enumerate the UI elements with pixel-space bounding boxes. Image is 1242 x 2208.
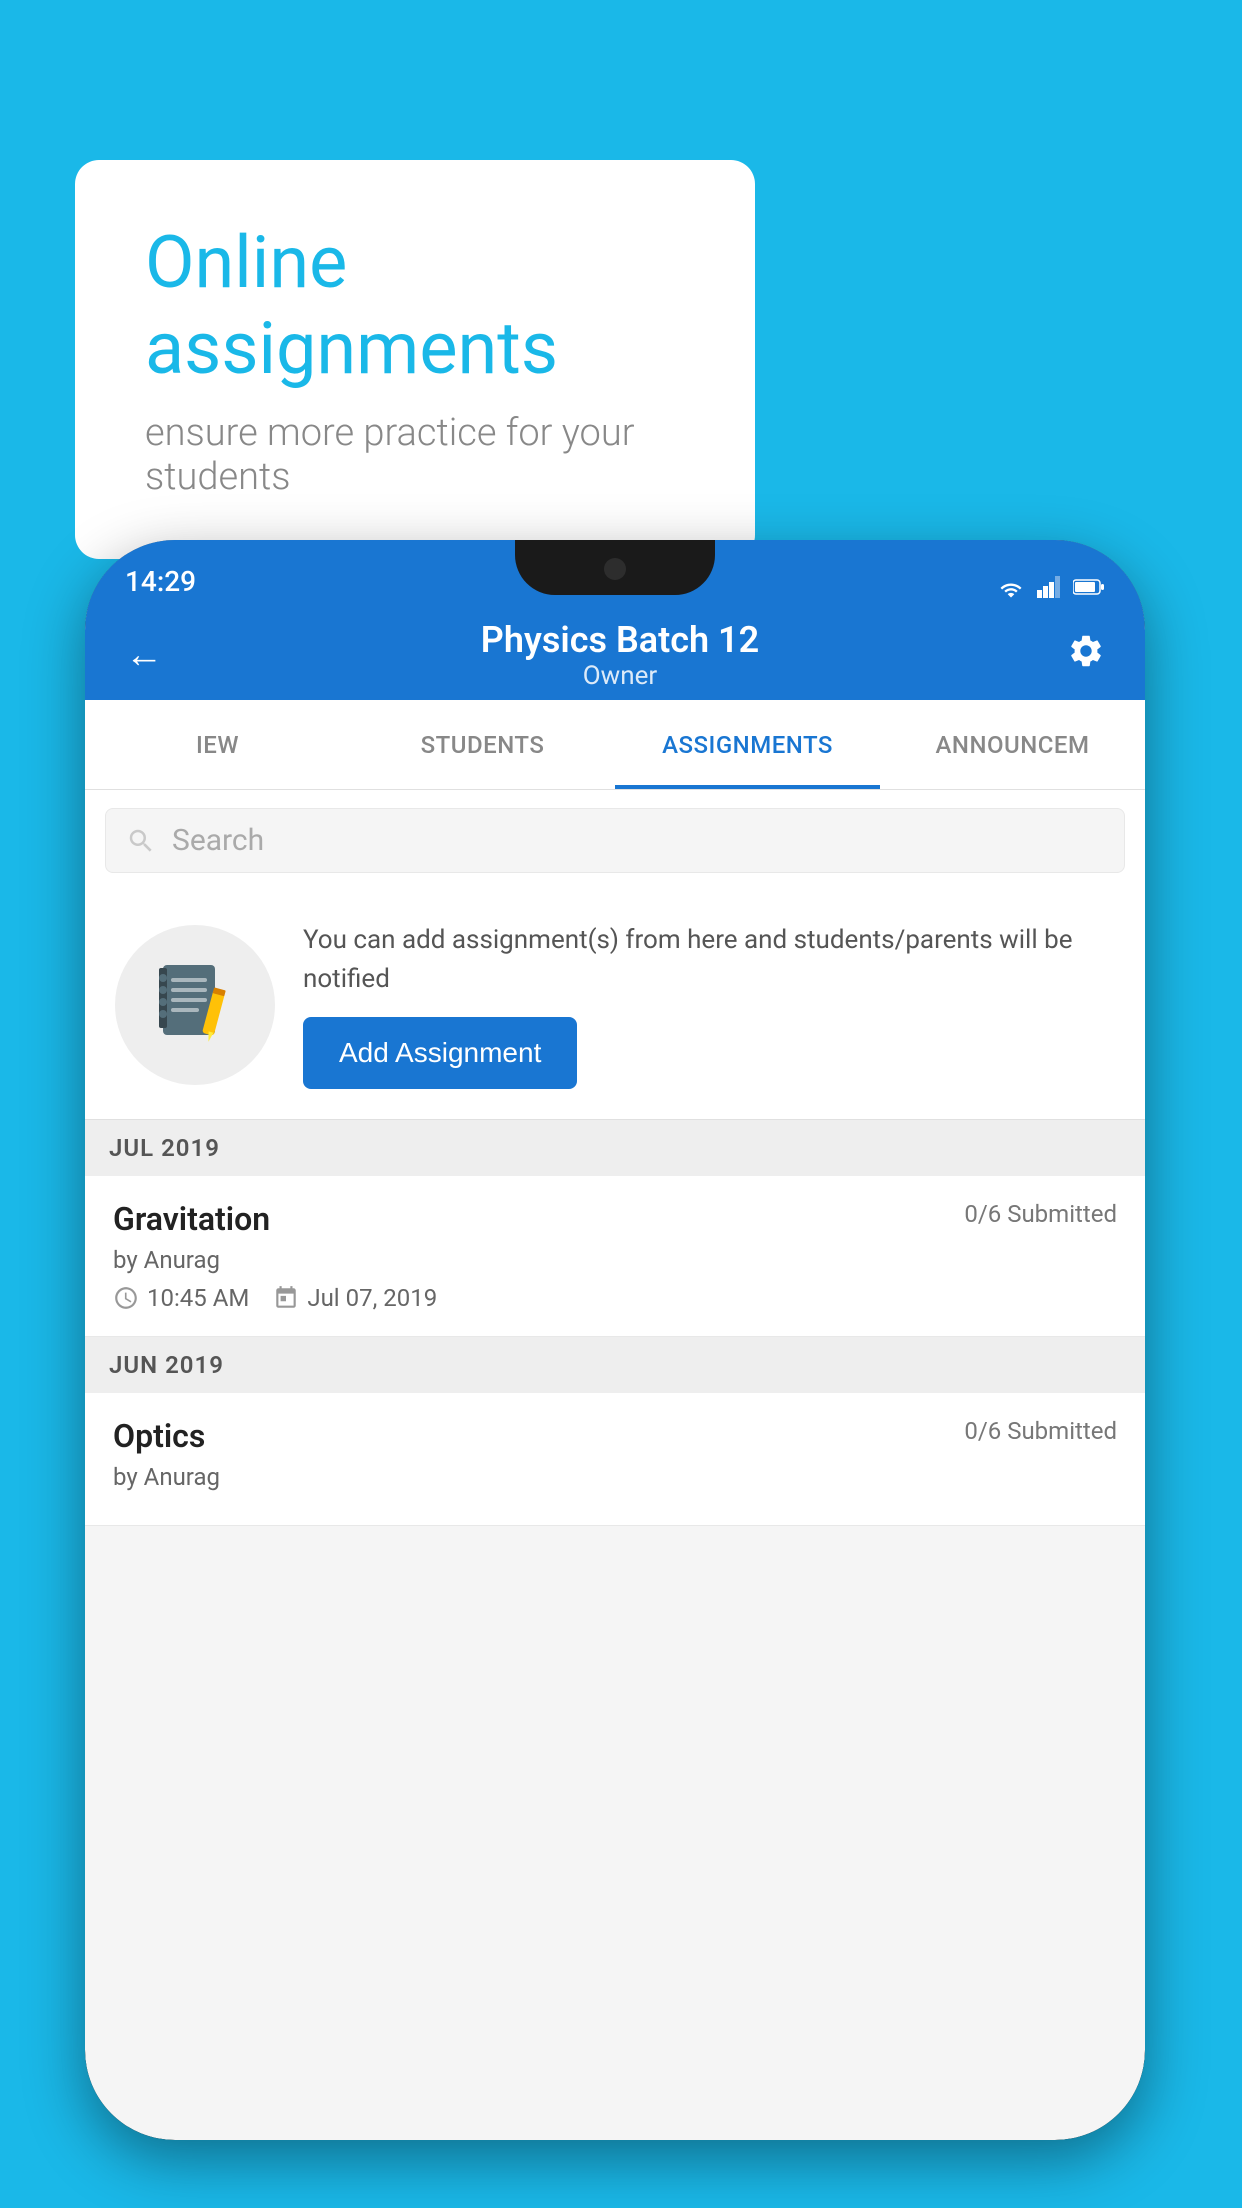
status-icons [997, 576, 1105, 598]
back-button[interactable]: ← [115, 623, 173, 687]
clock-icon [113, 1285, 139, 1311]
battery-icon [1073, 578, 1105, 596]
speech-bubble: Online assignments ensure more practice … [75, 160, 755, 559]
speech-bubble-title: Online assignments [145, 220, 685, 393]
promo-text-area: You can add assignment(s) from here and … [303, 921, 1115, 1089]
search-container: Search [85, 790, 1145, 891]
app-bar-subtitle: Owner [183, 661, 1057, 691]
assignment-submitted-gravitation: 0/6 Submitted [964, 1200, 1117, 1228]
phone-notch [515, 540, 715, 595]
wifi-icon [997, 576, 1025, 598]
assignment-date-value: Jul 07, 2019 [307, 1284, 437, 1312]
calendar-icon [273, 1285, 299, 1311]
search-placeholder: Search [172, 823, 264, 858]
speech-bubble-container: Online assignments ensure more practice … [75, 160, 755, 559]
promo-card: You can add assignment(s) from here and … [85, 891, 1145, 1120]
app-content: 14:29 [85, 540, 1145, 2140]
tab-students[interactable]: STUDENTS [350, 700, 615, 789]
tab-iew[interactable]: IEW [85, 700, 350, 789]
status-time: 14:29 [125, 565, 196, 598]
tab-assignments[interactable]: ASSIGNMENTS [615, 700, 880, 789]
promo-icon-circle [115, 925, 275, 1085]
tab-announcements[interactable]: ANNOUNCEM [880, 700, 1145, 789]
assignment-item-gravitation[interactable]: Gravitation 0/6 Submitted by Anurag 10:4… [85, 1176, 1145, 1337]
assignment-by-gravitation: by Anurag [113, 1246, 1117, 1274]
settings-button[interactable] [1057, 622, 1115, 689]
phone-container: 14:29 [85, 540, 1145, 2140]
assignment-row-top: Gravitation 0/6 Submitted [113, 1200, 1117, 1238]
section-header-jul: JUL 2019 [85, 1120, 1145, 1176]
tabs-bar: IEW STUDENTS ASSIGNMENTS ANNOUNCEM [85, 700, 1145, 790]
assignment-row-top-optics: Optics 0/6 Submitted [113, 1417, 1117, 1455]
assignment-by-optics: by Anurag [113, 1463, 1117, 1491]
section-header-jun: JUN 2019 [85, 1337, 1145, 1393]
notebook-icon [155, 960, 235, 1050]
promo-description: You can add assignment(s) from here and … [303, 921, 1115, 999]
assignment-submitted-optics: 0/6 Submitted [964, 1417, 1117, 1445]
search-icon [126, 826, 156, 856]
phone-frame: 14:29 [85, 540, 1145, 2140]
assignment-item-optics[interactable]: Optics 0/6 Submitted by Anurag [85, 1393, 1145, 1526]
app-bar-title: Physics Batch 12 [183, 619, 1057, 661]
assignment-time: 10:45 AM [113, 1284, 249, 1312]
assignment-time-value: 10:45 AM [147, 1284, 249, 1312]
app-bar-title-area: Physics Batch 12 Owner [183, 619, 1057, 691]
speech-bubble-subtitle: ensure more practice for your students [145, 411, 685, 499]
gear-icon [1067, 632, 1105, 670]
assignment-name-optics: Optics [113, 1417, 205, 1455]
assignment-date: Jul 07, 2019 [273, 1284, 437, 1312]
assignment-name-gravitation: Gravitation [113, 1200, 270, 1238]
signal-icon [1037, 576, 1061, 598]
add-assignment-button[interactable]: Add Assignment [303, 1017, 577, 1089]
assignment-meta-gravitation: 10:45 AM Jul 07, 2019 [113, 1284, 1117, 1312]
search-input-wrapper[interactable]: Search [105, 808, 1125, 873]
phone-camera [604, 558, 626, 580]
